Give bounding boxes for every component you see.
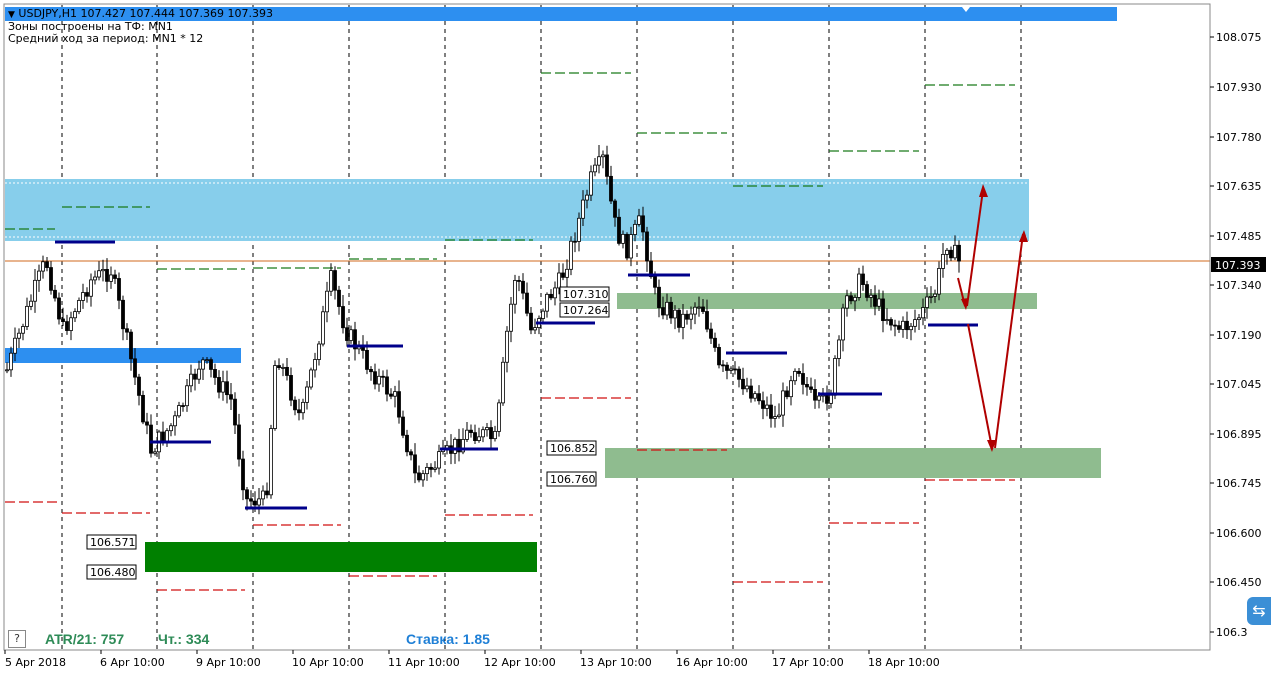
time-label: 13 Apr 10:00 <box>580 656 652 669</box>
help-button[interactable]: ? <box>8 630 26 648</box>
zone1-bottom-label: 107.264 <box>563 304 609 317</box>
symbol-line: USDJPY,H1 107.427 107.444 107.369 107.39… <box>18 7 273 20</box>
zone2-bottom-label: 106.760 <box>550 473 596 486</box>
price-tick-label: 107.780 <box>1216 131 1262 144</box>
time-label: 11 Apr 10:00 <box>388 656 460 669</box>
resistance-zone <box>5 179 1029 241</box>
support-zone-1 <box>617 293 1037 309</box>
price-tick-label: 107.190 <box>1216 329 1262 342</box>
time-label: 10 Apr 10:00 <box>292 656 364 669</box>
current-price-label: 107.393 <box>1215 259 1261 272</box>
price-tick-label: 107.340 <box>1216 279 1262 292</box>
symbol-header: ▼ USDJPY,H1 107.427 107.444 107.369 107.… <box>8 7 273 20</box>
price-tick-label: 107.930 <box>1216 81 1262 94</box>
time-label: 5 Apr 2018 <box>5 656 66 669</box>
price-tick-label: 107.045 <box>1216 378 1262 391</box>
price-tick-label: 106.450 <box>1216 576 1262 589</box>
zone3-bottom-label: 106.480 <box>90 566 136 579</box>
price-tick-label: 107.635 <box>1216 180 1262 193</box>
price-tick-label: 108.075 <box>1216 31 1262 44</box>
atr-stat: ATR/21: 757 <box>45 631 125 647</box>
price-tick-label: 106.600 <box>1216 527 1262 540</box>
price-tick-label: 107.485 <box>1216 230 1262 243</box>
support-zone-2 <box>605 448 1101 478</box>
rate-stat: Ставка: 1.85 <box>406 631 490 647</box>
avg-range-info: Средний ход за период: MN1 * 12 <box>8 32 204 45</box>
teamviewer-icon[interactable]: ⇆ <box>1247 597 1271 625</box>
zone3-top-label: 106.571 <box>90 536 136 549</box>
time-label: 18 Apr 10:00 <box>868 656 940 669</box>
time-label: 9 Apr 10:00 <box>196 656 261 669</box>
price-tick-label: 106.3 <box>1216 626 1248 639</box>
count-stat: Чт.: 334 <box>158 631 210 647</box>
triangle-down-icon[interactable]: ▼ <box>8 10 15 20</box>
zone2-top-label: 106.852 <box>550 442 596 455</box>
time-axis: 5 Apr 2018 6 Apr 10:00 9 Apr 10:00 10 Apr 1… <box>4 650 940 669</box>
price-tick-label: 106.895 <box>1216 428 1262 441</box>
price-axis: 108.075 107.930 107.780 107.635 107.485 107.3… <box>1210 31 1262 639</box>
price-tick-label: 106.745 <box>1216 477 1262 490</box>
time-label: 6 Apr 10:00 <box>100 656 165 669</box>
zone1-top-label: 107.310 <box>563 288 609 301</box>
time-label: 16 Apr 10:00 <box>676 656 748 669</box>
time-label: 12 Apr 10:00 <box>484 656 556 669</box>
time-label: 17 Apr 10:00 <box>772 656 844 669</box>
price-chart[interactable]: 108.075 107.930 107.780 107.635 107.485 107.3… <box>0 0 1271 676</box>
support-zone-3 <box>145 542 537 572</box>
